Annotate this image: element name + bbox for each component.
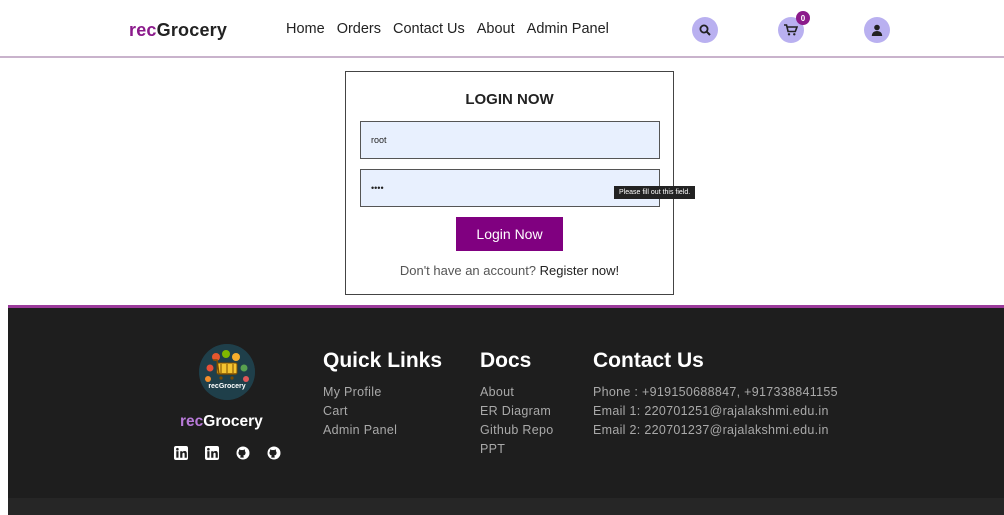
login-title: LOGIN NOW: [465, 91, 554, 108]
contact-title: Contact Us: [593, 349, 704, 372]
footer-link-admin-panel[interactable]: Admin Panel: [323, 423, 397, 437]
contact-email-1: Email 1: 220701251@rajalakshmi.edu.in: [593, 404, 829, 418]
user-icon: [871, 24, 883, 36]
footer-bottom-bar: [8, 498, 1004, 515]
docs-title: Docs: [480, 349, 532, 372]
quick-links-title: Quick Links: [323, 349, 443, 372]
contact-email-2: Email 2: 220701237@rajalakshmi.edu.in: [593, 423, 829, 437]
contact-phone: Phone : +919150688847, +917338841155: [593, 385, 838, 399]
nav-admin-panel[interactable]: Admin Panel: [527, 21, 609, 37]
docs-link-github-repo[interactable]: Github Repo: [480, 423, 553, 437]
register-prompt: Don't have an account? Register now!: [399, 263, 620, 278]
validation-tooltip: Please fill out this field.: [614, 186, 696, 199]
site-logo[interactable]: recGrocery: [129, 20, 227, 41]
nav-orders[interactable]: Orders: [337, 21, 381, 37]
login-button[interactable]: Login Now: [456, 217, 563, 251]
linkedin-icon[interactable]: [174, 446, 188, 460]
docs-link-about[interactable]: About: [480, 385, 514, 399]
footer-link-cart[interactable]: Cart: [323, 404, 348, 418]
github-icon[interactable]: [267, 446, 281, 460]
footer-link-my-profile[interactable]: My Profile: [323, 385, 382, 399]
main-nav: Home Orders Contact Us About Admin Panel: [286, 21, 621, 37]
cart-icon: [784, 24, 798, 36]
docs-link-ppt[interactable]: PPT: [480, 442, 505, 456]
nav-about[interactable]: About: [477, 21, 515, 37]
svg-text:recGrocery: recGrocery: [208, 383, 245, 390]
register-link[interactable]: Register now!: [540, 263, 619, 278]
cart-button[interactable]: 0: [778, 11, 810, 43]
cart-count-badge: 0: [796, 11, 810, 25]
search-button[interactable]: [692, 17, 718, 43]
username-input[interactable]: [360, 121, 660, 159]
footer-logo: recGrocery: [199, 344, 255, 400]
linkedin-icon[interactable]: [205, 446, 219, 460]
site-header: recGrocery Home Orders Contact Us About …: [0, 0, 1004, 58]
github-icon[interactable]: [236, 446, 250, 460]
footer-brand: recGrocery: [180, 413, 263, 430]
nav-home[interactable]: Home: [286, 21, 325, 37]
search-icon: [699, 24, 711, 36]
grocery-cart-logo-icon: recGrocery: [199, 344, 255, 400]
user-button[interactable]: [864, 17, 890, 43]
login-form: LOGIN NOW Login Now Don't have an accoun…: [345, 71, 674, 295]
docs-link-er-diagram[interactable]: ER Diagram: [480, 404, 551, 418]
nav-contact-us[interactable]: Contact Us: [393, 21, 465, 37]
